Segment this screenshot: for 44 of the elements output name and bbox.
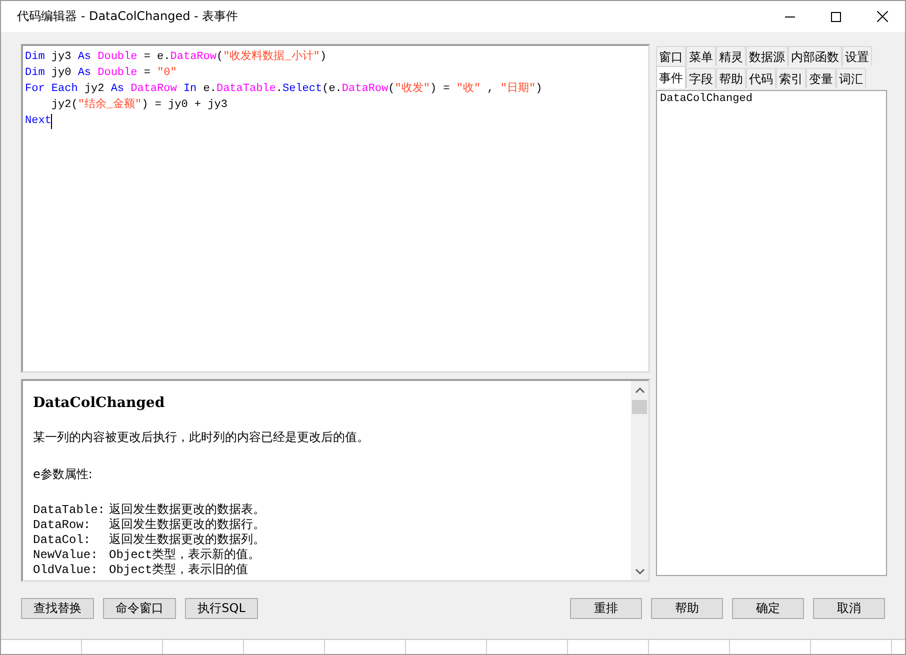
tab[interactable]: 窗口	[656, 46, 686, 66]
param-description: 返回发生数据更改的数据行。	[109, 518, 265, 533]
param-name: DataRow:	[33, 518, 92, 533]
param-description: 返回发生数据更改的数据列。	[109, 533, 265, 548]
dialog-button[interactable]: 确定	[732, 598, 804, 619]
code-line: Dim jy0 As Double = "0"	[25, 66, 178, 81]
dialog-button[interactable]: 查找替换	[21, 598, 94, 619]
tab[interactable]: 精灵	[716, 46, 746, 66]
help-description: 某一列的内容被更改后执行，此时列的内容已经是更改后的值。	[33, 429, 370, 446]
tab[interactable]: 事件	[656, 66, 686, 88]
help-title: DataColChanged	[33, 395, 166, 411]
dialog-button[interactable]: 命令窗口	[103, 598, 176, 619]
dialog-button[interactable]: 重排	[570, 598, 642, 619]
param-name: NewValue:	[33, 548, 99, 563]
code-line: Dim jy3 As Double = e.DataRow("收发料数据_小计")	[25, 49, 328, 65]
tab[interactable]: 字段	[686, 68, 716, 88]
tab[interactable]: 变量	[806, 68, 836, 88]
scroll-thumb[interactable]	[632, 400, 647, 414]
code-editor[interactable]: Dim jy3 As Double = e.DataRow("收发料数据_小计") Dim jy0 As Double = "0" For Each jy2 As DataRow In e.DataTable.Select(e.DataRow("收发") = "收" , "日期") jy2("结余_金额") = jy0 + jy3 Next	[21, 44, 650, 373]
param-name: OldValue:	[33, 563, 99, 578]
dialog-button[interactable]: 执行SQL	[185, 598, 258, 619]
tab[interactable]: 词汇	[836, 68, 866, 88]
param-description: Object类型，表示旧的值	[109, 563, 248, 578]
code-line: jy2("结余_金额") = jy0 + jy3	[50, 97, 228, 113]
tab[interactable]: 数据源	[746, 46, 788, 66]
dialog-button[interactable]: 帮助	[651, 598, 723, 619]
tab[interactable]: 代码	[746, 68, 776, 88]
event-list[interactable]: DataColChanged	[656, 90, 887, 576]
param-name: DataTable:	[33, 503, 106, 518]
code-line: Next	[25, 113, 54, 129]
window-title: 代码编辑器 - DataColChanged - 表事件	[16, 8, 240, 25]
tab[interactable]: 帮助	[716, 68, 746, 88]
tab[interactable]: 内部函数	[788, 46, 842, 66]
param-name: DataCol:	[33, 533, 92, 548]
dialog-button[interactable]: 取消	[813, 598, 885, 619]
tab[interactable]: 索引	[776, 68, 806, 88]
params-heading: e参数属性:	[33, 466, 94, 483]
tab[interactable]: 菜单	[686, 46, 716, 66]
scrollbar[interactable]	[631, 381, 648, 580]
list-item[interactable]: DataColChanged	[660, 92, 883, 106]
param-description: 返回发生数据更改的数据表。	[109, 503, 265, 518]
param-description: Object类型，表示新的值。	[109, 548, 260, 563]
tab[interactable]: 设置	[842, 46, 872, 66]
code-line: For Each jy2 As DataRow In e.DataTable.Select(e.DataRow("收发") = "收" , "日期")	[25, 81, 544, 97]
